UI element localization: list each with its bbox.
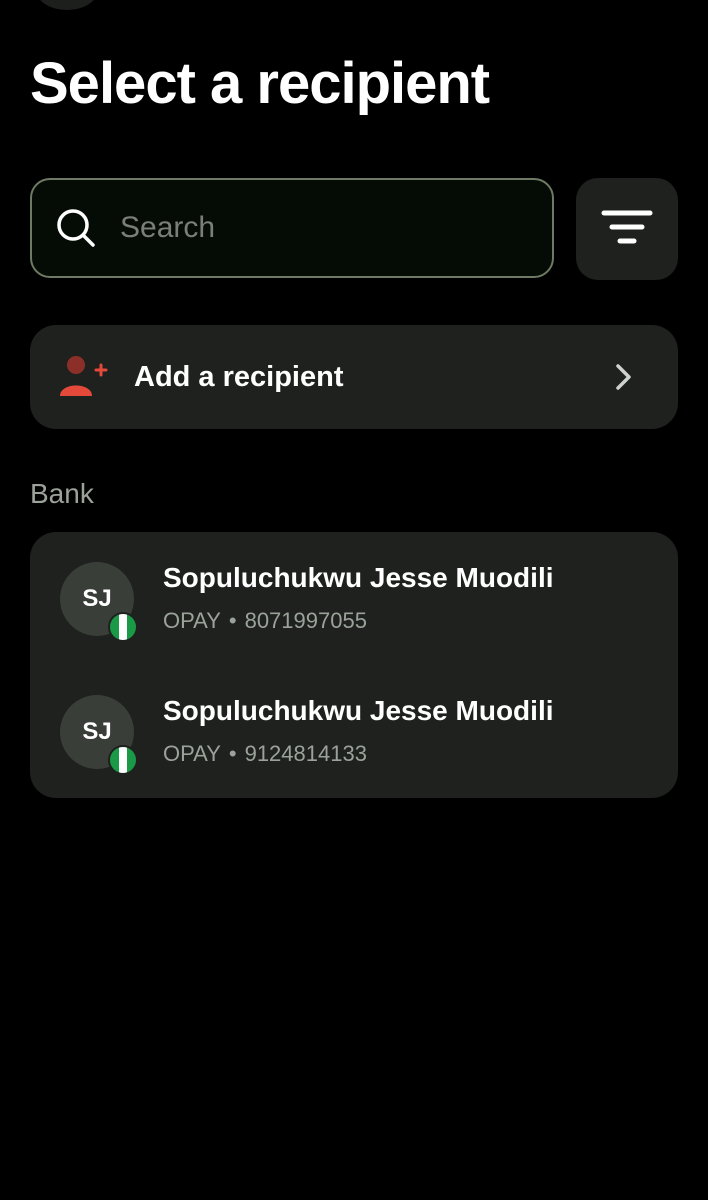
filter-icon	[601, 210, 653, 244]
back-button[interactable]	[36, 0, 98, 10]
separator: •	[228, 608, 237, 633]
search-bar[interactable]	[30, 178, 554, 278]
recipient-bank: OPAY	[163, 741, 221, 766]
recipient-details: OPAY • 9124814133	[163, 741, 367, 767]
recipient-name: Sopuluchukwu Jesse Muodili	[163, 562, 554, 593]
nigeria-flag-icon	[108, 745, 138, 775]
add-recipient-label: Add a recipient	[134, 360, 344, 393]
recipient-account: 9124814133	[244, 741, 367, 766]
nigeria-flag-icon	[108, 612, 138, 642]
recipient-row[interactable]: SJ Sopuluchukwu Jesse Muodili OPAY • 91248…	[30, 685, 678, 805]
recipient-bank: OPAY	[163, 608, 221, 633]
chevron-right-icon	[616, 364, 631, 390]
recipient-account: 8071997055	[244, 608, 367, 633]
recipient-name: Sopuluchukwu Jesse Muodili	[163, 695, 554, 726]
search-icon	[57, 209, 95, 247]
recipient-row[interactable]: SJ Sopuluchukwu Jesse Muodili OPAY • 80719…	[30, 552, 678, 672]
add-user-icon	[60, 356, 108, 396]
avatar-initials: SJ	[82, 718, 112, 745]
avatar-initials: SJ	[82, 585, 112, 612]
add-recipient-button[interactable]: Add a recipient	[30, 325, 678, 429]
page-title: Select a recipient	[30, 51, 490, 116]
section-label-bank: Bank	[30, 478, 94, 509]
recipient-list: SJ Sopuluchukwu Jesse Muodili OPAY • 80719…	[30, 532, 678, 798]
search-input[interactable]	[118, 197, 522, 259]
filter-button[interactable]	[576, 178, 678, 280]
recipient-details: OPAY • 8071997055	[163, 608, 367, 634]
separator: •	[228, 741, 237, 766]
